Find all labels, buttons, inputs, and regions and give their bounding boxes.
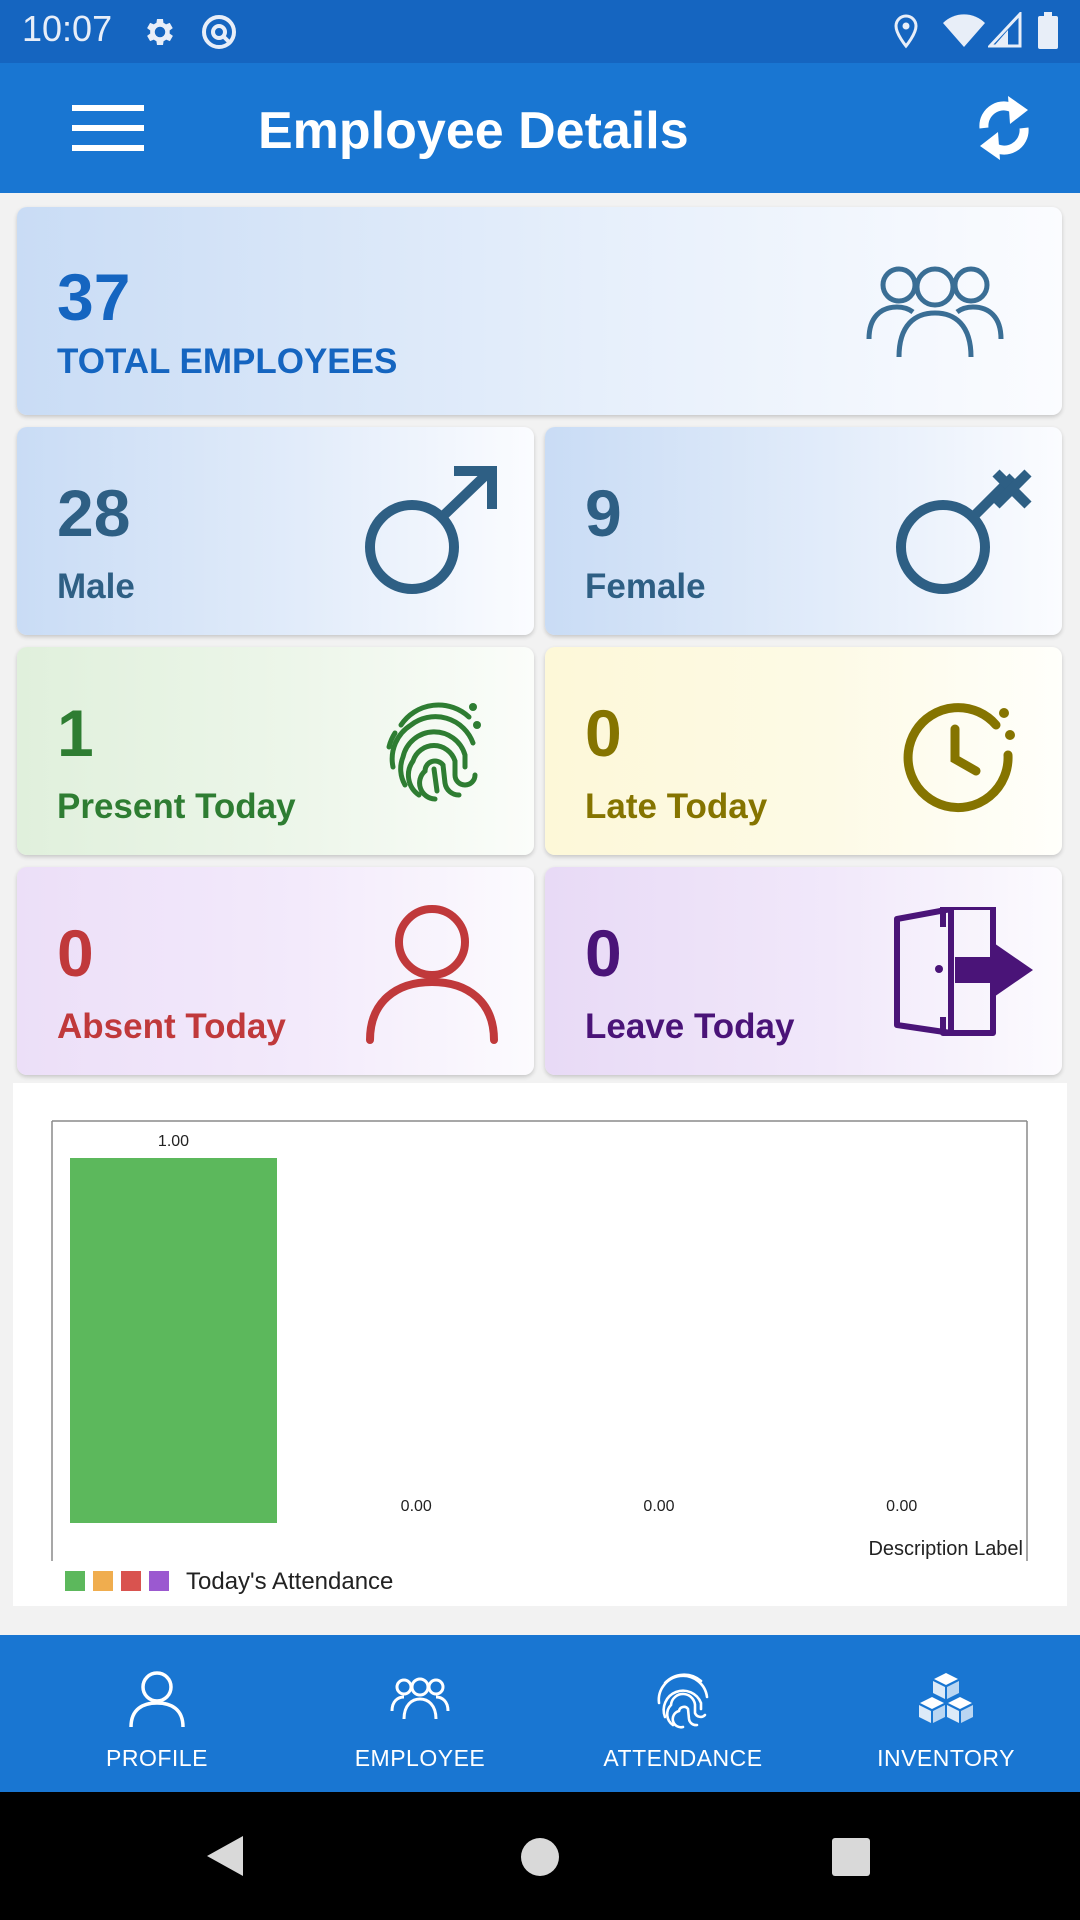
wifi-icon [943,14,985,47]
location-icon [894,14,918,49]
legend-swatch [149,1571,169,1591]
leave-today-card[interactable]: 0 Leave Today [545,867,1062,1075]
male-count: 28 [57,476,131,550]
status-time: 10:07 [22,8,113,49]
nav-profile-label: PROFILE [106,1745,208,1771]
bottom-navigation: PROFILE EMPLOYEE ATTENDANCE INVENTORY [0,1635,1080,1792]
attendance-bar-chart: 1.00 0.00 0.00 0.00 Description Label Today… [51,1120,1028,1595]
boxes-icon [919,1673,973,1723]
male-icon [365,466,497,594]
chart-bar-present [70,1158,277,1523]
total-employees-count: 37 [57,260,131,334]
nav-attendance[interactable]: ATTENDANCE [548,1635,818,1792]
chart-value-label: 0.00 [401,1498,432,1515]
present-label: Present Today [57,787,296,826]
male-label: Male [57,567,135,606]
nav-attendance-label: ATTENDANCE [603,1745,763,1771]
late-today-card[interactable]: 0 Late Today [545,647,1062,855]
status-bar: 10:07 [0,0,1080,63]
clock-icon [903,703,1015,813]
chart-value-label: 0.00 [643,1498,674,1515]
chart-legend-label: Today's Attendance [186,1568,393,1595]
legend-swatch [65,1571,85,1591]
legend-swatch [93,1571,113,1591]
female-count: 9 [585,476,622,550]
person-icon [366,905,498,1044]
attendance-chart: 1.00 0.00 0.00 0.00 Description Label Today… [13,1083,1067,1606]
nav-employee[interactable]: EMPLOYEE [285,1635,555,1792]
absent-count: 0 [57,916,94,990]
leave-count: 0 [585,916,622,990]
refresh-icon[interactable] [972,88,1036,168]
home-icon[interactable] [520,1837,560,1877]
exit-door-icon [894,907,1033,1036]
chart-value-label: 0.00 [886,1498,917,1515]
total-employees-label: TOTAL EMPLOYEES [57,342,398,381]
chart-description: Description Label [868,1538,1023,1560]
fingerprint-nav-icon [657,1673,709,1729]
menu-icon[interactable] [72,103,144,153]
battery-icon [1038,12,1058,49]
legend-swatch [121,1571,141,1591]
back-icon[interactable] [205,1834,245,1878]
nav-inventory-label: INVENTORY [877,1745,1015,1771]
nav-employee-label: EMPLOYEE [354,1745,486,1771]
female-label: Female [585,567,706,606]
total-employees-card[interactable]: 37 TOTAL EMPLOYEES [17,207,1062,415]
chart-value-label: 1.00 [158,1133,189,1150]
settings-icon [147,18,173,46]
late-label: Late Today [585,787,768,826]
group-icon [866,266,1004,358]
employees-icon [390,1677,450,1720]
absent-label: Absent Today [57,1007,286,1046]
profile-icon [129,1671,185,1728]
absent-today-card[interactable]: 0 Absent Today [17,867,534,1075]
late-count: 0 [585,696,622,770]
nav-profile[interactable]: PROFILE [22,1635,292,1792]
recents-icon[interactable] [831,1837,871,1877]
system-navigation-bar [0,1792,1080,1920]
page-title: Employee Details [258,102,689,160]
app-bar: Employee Details [0,63,1080,193]
present-count: 1 [57,696,94,770]
female-card[interactable]: 9 Female [545,427,1062,635]
female-icon [896,469,1032,594]
fingerprint-icon [386,702,481,802]
present-today-card[interactable]: 1 Present Today [17,647,534,855]
leave-label: Leave Today [585,1007,795,1046]
male-card[interactable]: 28 Male [17,427,534,635]
nav-inventory[interactable]: INVENTORY [811,1635,1080,1792]
cell-signal-icon [988,12,1022,48]
sync-status-icon [202,15,236,49]
